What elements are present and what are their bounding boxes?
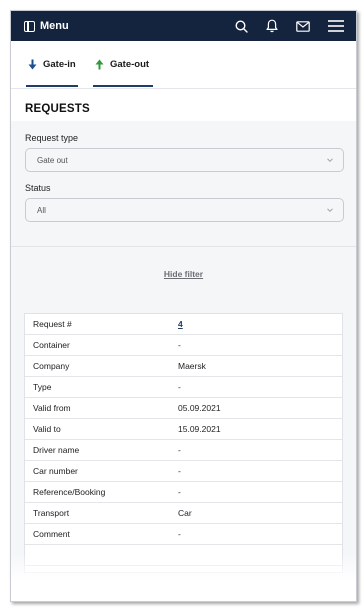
table-row: Transport Car: [25, 503, 342, 524]
row-value: -: [178, 529, 181, 539]
sidebar-panel-icon: [24, 20, 35, 32]
menu-button[interactable]: Menu: [24, 20, 69, 32]
chevron-down-icon: [327, 208, 333, 213]
tab-gate-in[interactable]: Gate-in: [26, 41, 78, 87]
row-key: Company: [33, 361, 70, 371]
tab-underline: [26, 85, 78, 87]
row-value: 15.09.2021: [178, 424, 221, 434]
table-row: Request # 4: [25, 314, 342, 335]
row-value: -: [178, 340, 181, 350]
top-navbar: Menu: [11, 11, 356, 41]
app-frame: Menu Gate-in Gate-out REQUESTS Request t…: [10, 10, 357, 602]
row-value: Car: [178, 508, 192, 518]
table-row: Type -: [25, 377, 342, 398]
row-key: Comment: [33, 529, 70, 539]
results-area: Request # 4 Container - Company Maersk T…: [11, 301, 356, 601]
request-type-label: Request type: [25, 133, 79, 143]
row-value: -: [178, 445, 181, 455]
row-key: Container: [33, 340, 70, 350]
table-row: Company Maersk: [25, 356, 342, 377]
filter-panel: Request type Gate out Status All: [11, 121, 356, 246]
page-title: REQUESTS: [25, 103, 90, 115]
mail-icon[interactable]: [296, 20, 310, 32]
row-value: Maersk: [178, 361, 206, 371]
menu-label: Menu: [40, 20, 69, 32]
status-label: Status: [25, 183, 51, 193]
chevron-down-icon: [327, 158, 333, 163]
row-key: Type: [33, 382, 52, 392]
row-key: Reference/Booking: [33, 487, 106, 497]
navbar-actions: [217, 19, 356, 33]
table-row: Container -: [25, 335, 342, 356]
row-value: -: [178, 466, 181, 476]
tab-gate-out-label: Gate-out: [110, 58, 150, 70]
scroll-fade-overlay: [11, 553, 356, 601]
row-value: 05.09.2021: [178, 403, 221, 413]
bell-icon[interactable]: [266, 19, 278, 33]
row-key: Transport: [33, 508, 70, 518]
row-key: Valid from: [33, 403, 71, 413]
tab-gate-out[interactable]: Gate-out: [93, 41, 153, 87]
hide-filter-link[interactable]: Hide filter: [164, 269, 203, 279]
row-value: -: [178, 487, 181, 497]
row-value: -: [178, 382, 181, 392]
tab-gate-in-label: Gate-in: [43, 58, 76, 70]
request-number-link[interactable]: 4: [178, 319, 183, 329]
table-row: Valid to 15.09.2021: [25, 419, 342, 440]
search-icon[interactable]: [235, 19, 248, 33]
row-key: Car number: [33, 466, 78, 476]
arrow-down-icon: [28, 59, 37, 69]
request-type-select[interactable]: Gate out: [25, 148, 344, 172]
request-type-value: Gate out: [37, 155, 68, 165]
table-row: Car number -: [25, 461, 342, 482]
status-value: All: [37, 205, 46, 215]
table-row: Comment -: [25, 524, 342, 545]
row-key: Request #: [33, 319, 72, 329]
tab-underline: [93, 85, 153, 87]
hide-filter-bar: Hide filter: [11, 246, 356, 301]
hamburger-icon[interactable]: [328, 20, 344, 32]
table-row: Valid from 05.09.2021: [25, 398, 342, 419]
row-key: Driver name: [33, 445, 80, 455]
table-row: Driver name -: [25, 440, 342, 461]
table-row: Reference/Booking -: [25, 482, 342, 503]
row-key: Valid to: [33, 424, 61, 434]
gate-tabs: Gate-in Gate-out: [11, 41, 356, 89]
arrow-up-icon: [95, 59, 104, 69]
request-card: Request # 4 Container - Company Maersk T…: [24, 313, 343, 573]
status-select[interactable]: All: [25, 198, 344, 222]
